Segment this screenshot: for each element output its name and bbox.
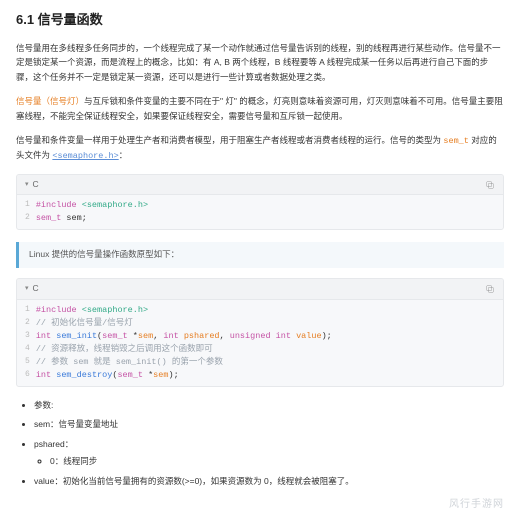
code-body: 123456 #include <semaphore.h>// 初始化信号量/信… [17,300,503,386]
param-pshared-0: 0：线程同步 [50,455,504,469]
p3a: 信号量和条件变量一样用于处理生产者和消费者模型，用于阻塞生产者线程或者消费者线程… [16,135,443,145]
code-lang-toggle[interactable]: ▾ C [25,178,39,192]
code-block-functions: ▾ C 123456 #include <semaphore.h>// 初始化信… [16,278,504,387]
intro-paragraph-1: 信号量用在多线程多任务同步的，一个线程完成了某一个动作就通过信号量告诉别的线程，… [16,41,504,84]
param-pshared: pshared： 0：线程同步 [34,438,504,469]
code-lang-label: C [33,178,39,192]
code-line: int sem_init(sem_t *sem, int pshared, un… [36,330,495,343]
code-body: 12 #include <semaphore.h>sem_t sem; [17,195,503,229]
code-line: // 参数 sem 就是 sem_init() 的第一个参数 [36,356,495,369]
intro-paragraph-2: 信号量（信号灯）与互斥锁和条件变量的主要不同在于" 灯" 的概念，灯亮则意味着资… [16,94,504,123]
code-header: ▾ C [17,279,503,300]
watermark: 风行手游网 [16,497,504,513]
code-block-include: ▾ C 12 #include <semaphore.h>sem_t sem; [16,174,504,231]
code-line: // 资源释放，线程销毁之后调用这个函数即可 [36,343,495,356]
p3c: ： [119,150,128,160]
param-pshared-label: pshared： [34,439,73,449]
params-list: 参数: [16,399,504,413]
chevron-down-icon: ▾ [25,283,29,294]
highlight-term: 信号量（信号灯） [16,96,84,106]
header-link[interactable]: <semaphore.h> [52,151,118,161]
code-line: int sem_destroy(sem_t *sem); [36,369,495,382]
section-title: 6.1 信号量函数 [16,10,504,31]
code-line: #include <semaphore.h> [36,304,495,317]
copy-icon[interactable] [485,284,495,294]
code-line: #include <semaphore.h> [36,199,495,212]
code-lang-label: C [33,282,39,296]
copy-icon[interactable] [485,180,495,190]
sem-t-type: sem_t [443,136,469,146]
params-heading: 参数: [34,399,504,413]
intro-paragraph-3: 信号量和条件变量一样用于处理生产者和消费者模型，用于阻塞生产者线程或者消费者线程… [16,133,504,164]
param-sem: sem：信号量变量地址 [34,418,504,432]
chevron-down-icon: ▾ [25,179,29,190]
note-bar: Linux 提供的信号量操作函数原型如下： [16,242,504,268]
code-line: sem_t sem; [36,212,495,225]
code-lang-toggle[interactable]: ▾ C [25,282,39,296]
code-line: // 初始化信号量/信号灯 [36,317,495,330]
code-header: ▾ C [17,175,503,196]
param-value: value：初始化当前信号量拥有的资源数(>=0)，如果资源数为 0，线程就会被… [34,475,504,489]
p2-body: 与互斥锁和条件变量的主要不同在于" 灯" 的概念，灯亮则意味着资源可用，灯灭则意… [16,96,503,120]
